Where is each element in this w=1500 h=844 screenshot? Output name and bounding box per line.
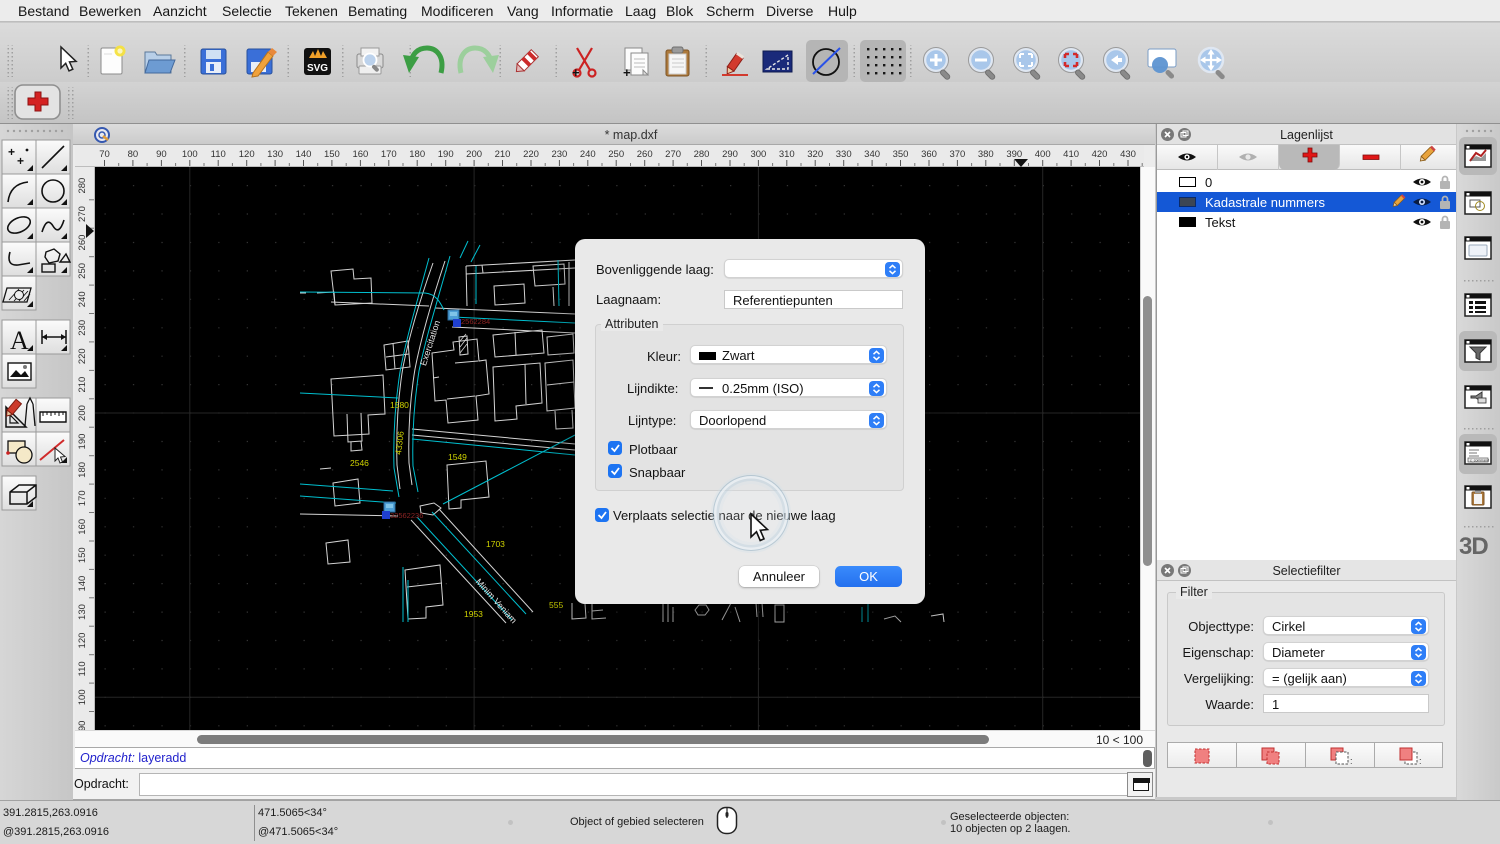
svg-text:c_command: c_command (1470, 459, 1489, 463)
svg-text:230: 230 (77, 320, 88, 336)
svg-text:400: 400 (1035, 149, 1051, 160)
svg-text:180: 180 (77, 462, 88, 478)
svg-text:100: 100 (77, 689, 88, 705)
svg-text:370: 370 (949, 149, 965, 160)
svg-text:250: 250 (77, 263, 88, 279)
svg-text:150: 150 (324, 149, 340, 160)
svg-text:110: 110 (211, 149, 226, 160)
svg-text:410: 410 (1063, 149, 1079, 160)
svg-text:120: 120 (239, 149, 255, 160)
svg-text:270: 270 (77, 206, 88, 222)
svg-text:200: 200 (466, 149, 482, 160)
svg-text:240: 240 (580, 149, 596, 160)
svg-text:350: 350 (893, 149, 909, 160)
svg-text:180: 180 (409, 149, 425, 160)
svg-text:320: 320 (807, 149, 823, 160)
svg-text:230: 230 (551, 149, 567, 160)
svg-text:190: 190 (77, 434, 88, 450)
svg-text:70: 70 (99, 149, 110, 160)
svg-text:555: 555 (549, 600, 563, 610)
svg-text:190: 190 (438, 149, 454, 160)
svg-text:280: 280 (77, 178, 88, 194)
svg-text:240: 240 (77, 291, 88, 307)
svg-text:120: 120 (77, 633, 88, 649)
svg-text:150: 150 (77, 547, 88, 563)
svg-text:110: 110 (77, 661, 88, 676)
svg-text:1580: 1580 (390, 400, 409, 410)
svg-text:1953: 1953 (464, 609, 483, 619)
svg-text:310: 310 (779, 149, 795, 160)
svg-text:200: 200 (77, 405, 88, 421)
svg-text:390: 390 (1006, 149, 1022, 160)
svg-text:170: 170 (381, 149, 397, 160)
svg-text:420: 420 (1092, 149, 1108, 160)
svg-text:130: 130 (77, 604, 88, 620)
svg-text:140: 140 (77, 576, 88, 592)
svg-text:380: 380 (978, 149, 994, 160)
svg-text::: : (1350, 756, 1353, 766)
svg-text:360: 360 (921, 149, 937, 160)
svg-text:250: 250 (608, 149, 624, 160)
svg-text:100: 100 (182, 149, 198, 160)
svg-text:330: 330 (836, 149, 852, 160)
svg-text:90: 90 (156, 149, 167, 160)
svg-text:140: 140 (296, 149, 312, 160)
svg-text:+: + (572, 65, 580, 80)
svg-text:+: + (8, 145, 15, 159)
svg-text:SVG: SVG (307, 63, 328, 74)
svg-text:430: 430 (1120, 149, 1136, 160)
svg-text:1549: 1549 (448, 452, 467, 462)
svg-text:+: + (17, 154, 24, 168)
svg-text:290: 290 (722, 149, 738, 160)
svg-text:130: 130 (267, 149, 283, 160)
svg-text:300: 300 (750, 149, 766, 160)
svg-text:220: 220 (523, 149, 539, 160)
svg-text:+: + (623, 65, 631, 80)
svg-text:270: 270 (665, 149, 681, 160)
svg-text:210: 210 (77, 377, 88, 393)
svg-text:2562284: 2562284 (461, 317, 490, 326)
svg-text:A: A (10, 326, 29, 355)
svg-text:220: 220 (77, 348, 88, 364)
svg-text:210: 210 (495, 149, 511, 160)
svg-text:260: 260 (637, 149, 653, 160)
svg-text:80: 80 (128, 149, 139, 160)
svg-text:2546: 2546 (350, 458, 369, 468)
svg-text:160: 160 (77, 519, 88, 535)
svg-text:1703: 1703 (486, 539, 505, 549)
svg-text::: : (1419, 756, 1422, 766)
svg-text:340: 340 (864, 149, 880, 160)
svg-text:160: 160 (352, 149, 368, 160)
svg-text:170: 170 (77, 490, 88, 506)
svg-text:90: 90 (77, 721, 88, 730)
svg-text:280: 280 (694, 149, 710, 160)
